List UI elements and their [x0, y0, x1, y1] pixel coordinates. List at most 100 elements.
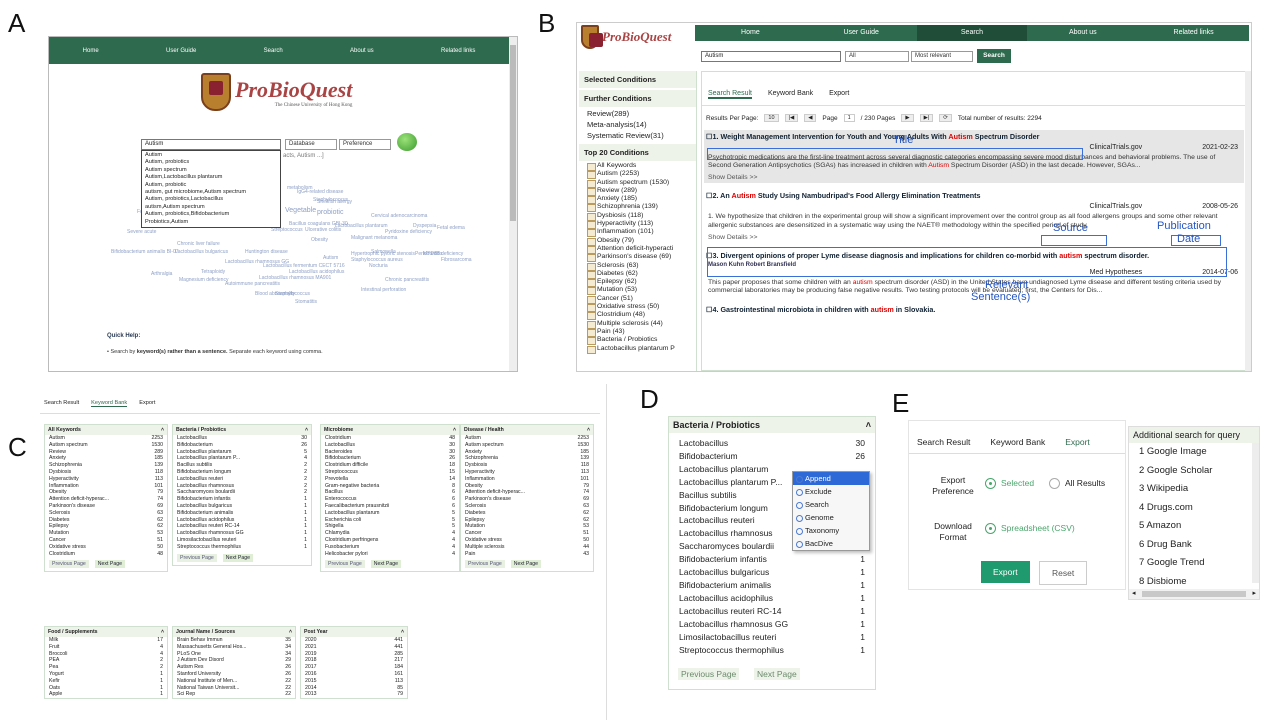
cloud-keyword[interactable]: Chronic liver failure: [177, 241, 220, 247]
keyword-item[interactable]: Diabetes (62): [583, 270, 696, 280]
tab-keyword-bank[interactable]: Keyword Bank: [990, 437, 1045, 447]
keyword-row[interactable]: Streptococcus 15: [321, 469, 459, 476]
keyword-row[interactable]: Sci Rep 22: [173, 691, 295, 698]
scroll-right-icon[interactable]: ▸: [1252, 589, 1256, 599]
vertical-scrollbar[interactable]: [1252, 443, 1259, 583]
search-button[interactable]: Search: [977, 49, 1011, 63]
bacteria-row[interactable]: Lactobacillus 30: [669, 437, 875, 450]
keyword-row[interactable]: Oxidative stress 50: [45, 544, 167, 551]
keyword-row[interactable]: Shigella 5: [321, 523, 459, 530]
keyword-row[interactable]: Diabetes 62: [45, 517, 167, 524]
keyword-row[interactable]: Autism spectrum 1530: [461, 442, 593, 449]
keyword-row[interactable]: Lactobacillus 30: [173, 435, 311, 442]
collapse-icon[interactable]: ˄: [453, 427, 456, 433]
keyword-row[interactable]: Oxidative stress 50: [461, 537, 593, 544]
previous-page-button[interactable]: Previous Page: [177, 553, 217, 562]
keyword-row[interactable]: Lactobacillus bulgaricus 1: [173, 503, 311, 510]
keyword-row[interactable]: Obesity 79: [45, 489, 167, 496]
keyword-item[interactable]: Mutation (53): [583, 286, 696, 296]
keyword-row[interactable]: Sclerosis 63: [45, 510, 167, 517]
bacteria-row[interactable]: Lactobacillus acidophilus 1: [669, 592, 875, 605]
menu-item-search[interactable]: Search: [793, 498, 869, 511]
keyword-row[interactable]: 2016 161: [301, 671, 407, 678]
next-page-icon[interactable]: ▶: [901, 114, 914, 122]
additional-search-item[interactable]: 2 Google Scholar: [1129, 462, 1259, 481]
keyword-row[interactable]: Inflammation 101: [461, 476, 593, 483]
keyword-row[interactable]: Clostridium perfringens 4: [321, 537, 459, 544]
search-input[interactable]: Autism: [141, 139, 281, 150]
keyword-row[interactable]: National Institute of Men... 22: [173, 678, 295, 685]
cloud-keyword[interactable]: Intestinal perforation: [361, 287, 406, 293]
bacteria-row[interactable]: Limosilactobacillus reuteri 1: [669, 631, 875, 644]
keyword-row[interactable]: Chlamydia 4: [321, 530, 459, 537]
keyword-row[interactable]: Fruit 4: [45, 644, 167, 651]
additional-search-item[interactable]: 1 Google Image: [1129, 443, 1259, 462]
keyword-row[interactable]: Cancer 51: [461, 530, 593, 537]
next-page-button[interactable]: Next Page: [94, 560, 125, 569]
keyword-row[interactable]: Saccharomyces boulardii 2: [173, 489, 311, 496]
nav-home[interactable]: Home: [83, 48, 99, 54]
keyword-row[interactable]: 2021 441: [301, 644, 407, 651]
prev-page-icon[interactable]: ◀: [804, 114, 817, 122]
keyword-item[interactable]: Autism (2253): [583, 170, 696, 180]
suggestion-item[interactable]: Autism, probiotics,Bifidobacterium: [145, 211, 277, 218]
scroll-left-icon[interactable]: ◂: [1132, 589, 1136, 599]
nav-related-links[interactable]: Related links: [441, 48, 475, 54]
keyword-row[interactable]: Enterococcus 6: [321, 496, 459, 503]
keyword-row[interactable]: 2013 79: [301, 691, 407, 698]
keyword-row[interactable]: Kefir 1: [45, 678, 167, 685]
additional-search-item[interactable]: 6 Drug Bank: [1129, 536, 1259, 555]
additional-search-item[interactable]: 7 Google Trend: [1129, 554, 1259, 573]
keyword-item[interactable]: Epilepsy (62): [583, 278, 696, 288]
keyword-row[interactable]: Lactobacillus reuteri 2: [173, 476, 311, 483]
keyword-row[interactable]: Helicobacter pylori 4: [321, 551, 459, 558]
keyword-row[interactable]: Lactobacillus plantarum P... 4: [173, 455, 311, 462]
filter-systematic-review[interactable]: Systematic Review(31): [579, 130, 696, 141]
keyword-row[interactable]: Autism 2253: [461, 435, 593, 442]
cloud-keyword[interactable]: MYD88 deficiency: [423, 251, 463, 257]
cloud-keyword[interactable]: Stomatitis: [295, 299, 317, 305]
cloud-keyword[interactable]: Fetal edema: [437, 225, 465, 231]
keyword-row[interactable]: Bifidobacterium longum 2: [173, 469, 311, 476]
cloud-keyword[interactable]: Bifidobacterium animalis BI-07: [111, 249, 179, 255]
keyword-item[interactable]: Autism spectrum (1530): [583, 179, 696, 188]
keyword-row[interactable]: Fusobacterium 4: [321, 544, 459, 551]
cloud-keyword[interactable]: Lactobacillus bulgaricus: [175, 249, 228, 255]
suggestion-item[interactable]: Autism,Lactobacillus plantarum: [145, 174, 277, 181]
cloud-keyword[interactable]: Hypertrophic pyloric stenosis: [351, 251, 415, 257]
keyword-item[interactable]: Clostridium (48): [583, 311, 696, 321]
cloud-keyword[interactable]: Autism: [323, 255, 338, 261]
keyword-row[interactable]: Anxiety 185: [45, 455, 167, 462]
keyword-row[interactable]: Yogurt 1: [45, 671, 167, 678]
filter-meta-analysis[interactable]: Meta-analysis(14): [579, 119, 696, 130]
keyword-row[interactable]: Gram-negative bacteria 8: [321, 483, 459, 490]
cloud-keyword[interactable]: Severe acute: [127, 229, 156, 235]
keyword-row[interactable]: Autism Res 26: [173, 664, 295, 671]
cloud-keyword[interactable]: Staphylococcus: [313, 197, 348, 203]
keyword-item[interactable]: Pain (43): [583, 328, 696, 338]
additional-search-item[interactable]: 3 Wikipedia: [1129, 480, 1259, 499]
database-select[interactable]: Database: [285, 139, 337, 150]
preference-select[interactable]: Preference: [339, 139, 391, 150]
keyword-row[interactable]: J Autism Dev Disord 29: [173, 657, 295, 664]
keyword-row[interactable]: Bifidobacterium infantis 1: [173, 496, 311, 503]
cloud-keyword[interactable]: Fibrosarcoma: [441, 257, 472, 263]
keyword-row[interactable]: Massachusetts General Hos... 34: [173, 644, 295, 651]
cloud-keyword[interactable]: Malignant melanoma: [351, 235, 397, 241]
cloud-keyword[interactable]: Staphylococcus: [275, 291, 310, 297]
keyword-item[interactable]: Hyperactivity (113): [583, 220, 696, 230]
keyword-item[interactable]: Schizophrenia (139): [583, 203, 696, 213]
keyword-row[interactable]: Autism 2253: [45, 435, 167, 442]
cloud-keyword[interactable]: Huntington disease: [245, 249, 288, 255]
tab-export[interactable]: Export: [829, 90, 849, 99]
collapse-icon[interactable]: ˄: [289, 629, 292, 635]
keyword-row[interactable]: Prevotella 14: [321, 476, 459, 483]
keyword-row[interactable]: Clostridium 48: [321, 435, 459, 442]
result-title[interactable]: ☐4. Gastrointestinal microbiota in child…: [704, 303, 1244, 316]
cloud-keyword[interactable]: Tetraploidy: [201, 269, 225, 275]
keyword-row[interactable]: Hyperactivity 113: [461, 469, 593, 476]
nav-about[interactable]: About us: [1027, 25, 1138, 41]
last-page-icon[interactable]: ▶|: [919, 114, 934, 122]
menu-item-append[interactable]: Append: [793, 472, 869, 485]
collapse-icon[interactable]: ˄: [401, 629, 404, 635]
